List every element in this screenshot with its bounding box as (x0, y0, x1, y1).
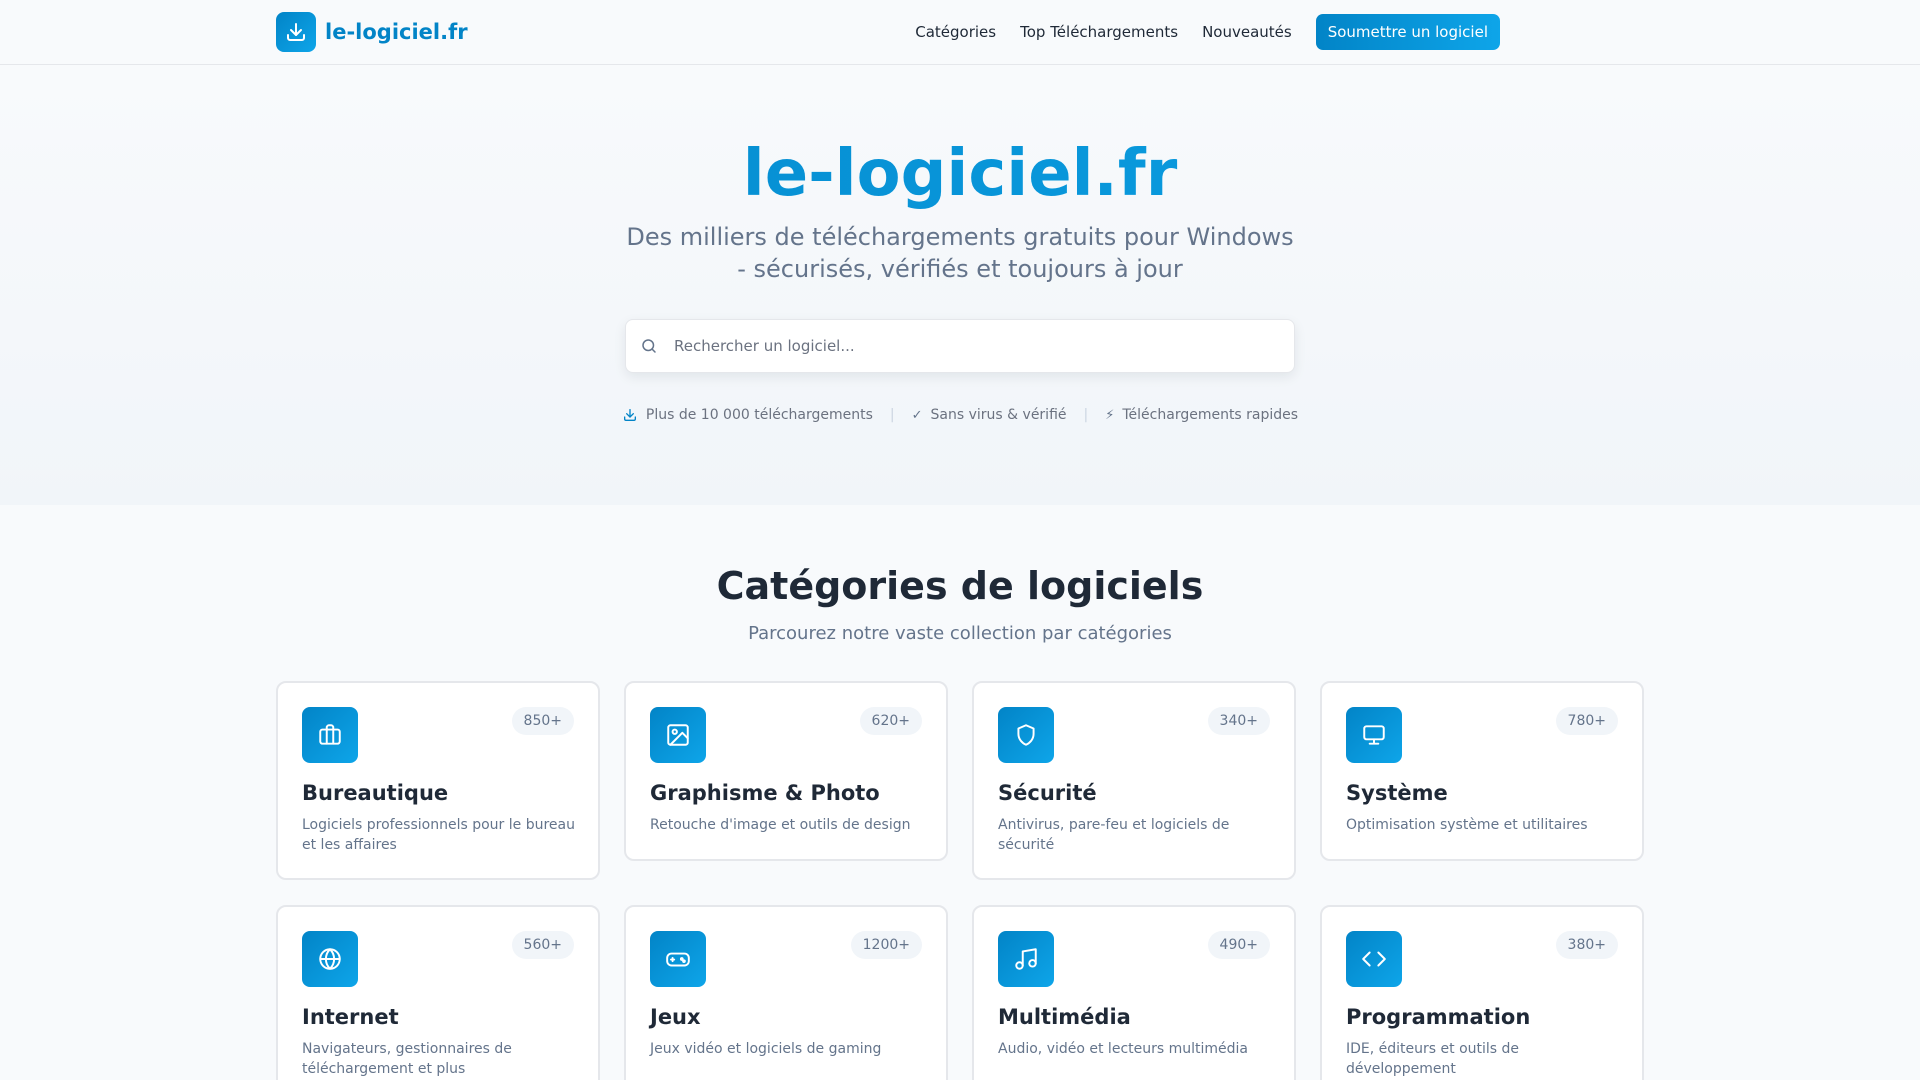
category-card-systeme[interactable]: 780+ Système Optimisation système et uti… (1320, 681, 1644, 861)
category-name: Jeux (650, 1005, 701, 1029)
category-description: Navigateurs, gestionnaires de télécharge… (302, 1041, 512, 1077)
category-name: Internet (302, 1005, 399, 1029)
feature-fast: ⚡ Téléchargements rapides (1105, 407, 1298, 423)
music-icon (998, 931, 1054, 987)
category-card-bureautique[interactable]: 850+ Bureautique Logiciels professionnel… (276, 681, 600, 880)
category-name: Sécurité (998, 781, 1097, 805)
categories-subtitle: Parcourez notre vaste collection par cat… (748, 623, 1172, 644)
category-card-internet[interactable]: 560+ Internet Navigateurs, gestionnaires… (276, 905, 600, 1080)
hero-subtitle: Des milliers de téléchargements gratuits… (626, 223, 1294, 283)
feature-separator: | (1083, 407, 1089, 423)
hero-section: le-logiciel.fr Des milliers de télécharg… (0, 65, 1920, 505)
category-name: Programmation (1346, 1005, 1531, 1029)
count-badge: 490+ (1207, 931, 1270, 959)
monitor-icon (1346, 707, 1402, 763)
check-icon: ✓ (911, 407, 923, 423)
feature-fast-label: Téléchargements rapides (1122, 407, 1299, 423)
nav-categories[interactable]: Catégories (915, 23, 996, 41)
search-input[interactable] (674, 320, 1294, 372)
briefcase-icon (302, 707, 358, 763)
logo-text: le-logiciel.fr (325, 20, 468, 44)
categories-title: Catégories de logiciels (716, 564, 1204, 608)
submit-software-button[interactable]: Soumettre un logiciel (1315, 14, 1500, 50)
count-badge: 380+ (1555, 931, 1618, 959)
feature-separator: | (889, 407, 895, 423)
site-header: le-logiciel.fr Catégories Top Télécharge… (0, 0, 1920, 65)
globe-icon (302, 931, 358, 987)
shield-icon (998, 707, 1054, 763)
count-badge: 620+ (859, 707, 922, 735)
feature-downloads-label: Plus de 10 000 téléchargements (645, 407, 873, 423)
gamepad-icon (650, 931, 706, 987)
category-card-programmation[interactable]: 380+ Programmation IDE, éditeurs et outi… (1320, 905, 1644, 1080)
feature-safe: ✓ Sans virus & vérifié (912, 407, 1067, 423)
category-card-jeux[interactable]: 1200+ Jeux Jeux vidéo et logiciels de ga… (624, 905, 948, 1080)
feature-safe-label: Sans virus & vérifié (930, 407, 1067, 423)
count-badge: 340+ (1207, 707, 1270, 735)
search-box[interactable] (625, 319, 1295, 373)
feature-downloads: Plus de 10 000 téléchargements (622, 407, 873, 423)
count-badge: 1200+ (850, 931, 922, 959)
category-name: Multimédia (998, 1005, 1131, 1029)
category-description: Audio, vidéo et lecteurs multimédia (998, 1041, 1248, 1057)
category-card-graphisme[interactable]: 620+ Graphisme & Photo Retouche d'image … (624, 681, 948, 861)
logo-link[interactable]: le-logiciel.fr (276, 12, 468, 52)
category-name: Graphisme & Photo (650, 781, 880, 805)
category-description: Retouche d'image et outils de design (650, 817, 911, 833)
main-nav: Catégories Top Téléchargements Nouveauté… (915, 14, 1500, 50)
category-description: Logiciels professionnels pour le bureau … (302, 817, 575, 853)
search-icon (640, 336, 660, 356)
count-badge: 850+ (511, 707, 574, 735)
category-card-multimedia[interactable]: 490+ Multimédia Audio, vidéo et lecteurs… (972, 905, 1296, 1080)
count-badge: 780+ (1555, 707, 1618, 735)
nav-top-downloads[interactable]: Top Téléchargements (1020, 23, 1178, 41)
features-bar: Plus de 10 000 téléchargements | ✓ Sans … (0, 407, 1920, 423)
category-description: Antivirus, pare-feu et logiciels de sécu… (998, 817, 1230, 853)
code-icon (1346, 931, 1402, 987)
category-card-securite[interactable]: 340+ Sécurité Antivirus, pare-feu et log… (972, 681, 1296, 880)
hero-title: le-logiciel.fr (0, 137, 1920, 211)
lightning-icon: ⚡ (1105, 407, 1115, 423)
category-name: Bureautique (302, 781, 449, 805)
category-description: Optimisation système et utilitaires (1346, 817, 1588, 833)
download-logo-icon (276, 12, 316, 52)
nav-new[interactable]: Nouveautés (1202, 23, 1292, 41)
image-icon (650, 707, 706, 763)
category-name: Système (1346, 781, 1448, 805)
category-description: Jeux vidéo et logiciels de gaming (650, 1041, 882, 1057)
download-icon (622, 407, 638, 423)
category-description: IDE, éditeurs et outils de développement (1346, 1041, 1520, 1077)
count-badge: 560+ (511, 931, 574, 959)
